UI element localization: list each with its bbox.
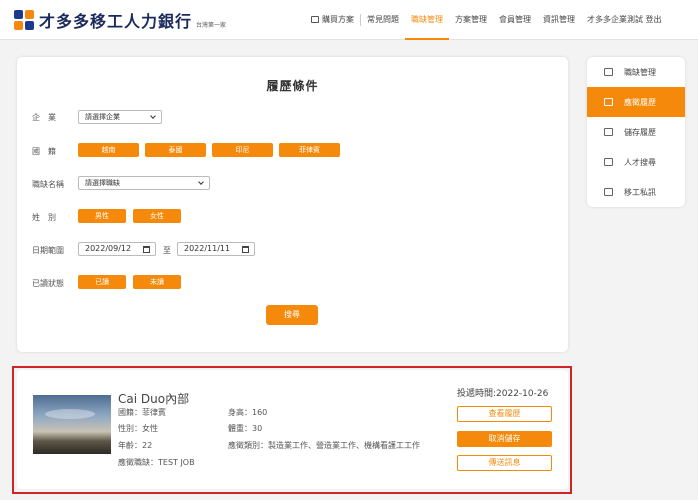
side-item-talent-search[interactable]: 人才搜尋 xyxy=(587,147,685,177)
candidate-category: 應徵類別：製造業工作、營造業工作、機構看護工工作 xyxy=(228,441,420,450)
chevron-down-icon xyxy=(198,179,204,185)
chevron-down-icon xyxy=(150,113,156,119)
read-status-label: 已讀狀態 xyxy=(32,279,64,288)
nav-faq[interactable]: 常見問題 xyxy=(361,0,405,40)
shopping-bag-icon xyxy=(311,15,319,23)
view-resume-button[interactable]: 查看履歷 xyxy=(457,406,552,422)
calendar-icon[interactable] xyxy=(242,246,249,253)
top-header: 才多多移工人力銀行 台灣第一家 購買方案 常見問題 職缺管理 方案管理 會員管理… xyxy=(0,0,698,40)
read-status-unread-button[interactable]: 未讀 xyxy=(133,275,181,289)
candidate-gender: 性別：女性 xyxy=(118,424,158,433)
nav-account-logout[interactable]: 才多多企業測試 登出 xyxy=(581,0,668,40)
candidate-age: 年齡：22 xyxy=(118,441,153,450)
job-name-label: 職缺名稱 xyxy=(32,180,64,189)
candidate-height: 身高：160 xyxy=(228,408,268,417)
nav-members[interactable]: 會員管理 xyxy=(493,0,537,40)
resume-search-panel: 履歷條件 企 業 請選擇企業 國 籍 越南 泰國 印尼 菲律賓 職缺名稱 請選擇… xyxy=(17,57,568,352)
candidate-name: Cai Duo內部 xyxy=(118,392,190,406)
candidate-nationality: 國籍：菲律賓 xyxy=(118,408,166,417)
date-range-label: 日期範圍 xyxy=(32,246,64,255)
search-button[interactable]: 搜尋 xyxy=(266,305,318,325)
logo-text: 才多多移工人力銀行 xyxy=(39,12,193,31)
resume-card: Cai Duo內部 國籍：菲律賓 性別：女性 年齡：22 應徵職缺：TEST J… xyxy=(17,370,568,489)
people-search-icon xyxy=(604,158,613,166)
nationality-thailand-button[interactable]: 泰國 xyxy=(145,143,206,157)
gender-label: 姓 別 xyxy=(32,213,56,222)
document-icon xyxy=(604,98,613,106)
nav-jobs[interactable]: 職缺管理 xyxy=(405,0,449,40)
nationality-vietnam-button[interactable]: 越南 xyxy=(78,143,139,157)
side-item-applications[interactable]: 應徵履歷 xyxy=(587,87,685,117)
company-select[interactable]: 請選擇企業 xyxy=(78,110,162,124)
unsave-button[interactable]: 取消儲存 xyxy=(457,431,552,447)
calendar-icon[interactable] xyxy=(143,246,150,253)
logo[interactable]: 才多多移工人力銀行 台灣第一家 xyxy=(14,8,226,32)
panel-title: 履歷條件 xyxy=(266,79,319,93)
job-select[interactable]: 請選擇職缺 xyxy=(78,176,210,190)
nav-plans[interactable]: 方案管理 xyxy=(449,0,493,40)
company-label: 企 業 xyxy=(32,113,56,122)
date-separator: 至 xyxy=(163,246,171,255)
submit-time: 投遞時間:2022-10-26 xyxy=(457,389,549,399)
nav-buy-plan[interactable]: 購買方案 xyxy=(305,0,360,40)
date-to-input[interactable]: 2022/11/11 xyxy=(177,242,255,256)
logo-subtitle: 台灣第一家 xyxy=(196,21,227,29)
read-status-read-button[interactable]: 已讀 xyxy=(78,275,126,289)
folder-icon xyxy=(604,128,613,136)
side-item-messages[interactable]: 移工私訊 xyxy=(587,177,685,207)
avatar-photo xyxy=(33,395,111,454)
date-from-input[interactable]: 2022/09/12 xyxy=(78,242,156,256)
gender-female-button[interactable]: 女性 xyxy=(133,209,181,223)
chat-icon xyxy=(604,188,613,196)
send-message-button[interactable]: 傳送訊息 xyxy=(457,455,552,471)
nationality-label: 國 籍 xyxy=(32,147,56,156)
nationality-indonesia-button[interactable]: 印尼 xyxy=(212,143,273,157)
side-item-jobs[interactable]: 職缺管理 xyxy=(587,57,685,87)
nationality-philippines-button[interactable]: 菲律賓 xyxy=(279,143,340,157)
briefcase-icon xyxy=(604,68,613,76)
side-menu: 職缺管理 應徵履歷 儲存履歷 人才搜尋 移工私訊 xyxy=(587,57,685,207)
nav-info[interactable]: 資訊管理 xyxy=(537,0,581,40)
gender-male-button[interactable]: 男性 xyxy=(78,209,126,223)
logo-icon xyxy=(14,10,34,30)
candidate-job: 應徵職缺：TEST JOB xyxy=(118,458,195,467)
side-item-saved-resumes[interactable]: 儲存履歷 xyxy=(587,117,685,147)
candidate-weight: 體重：30 xyxy=(228,424,263,433)
main-nav: 購買方案 常見問題 職缺管理 方案管理 會員管理 資訊管理 才多多企業測試 登出 xyxy=(305,0,668,40)
